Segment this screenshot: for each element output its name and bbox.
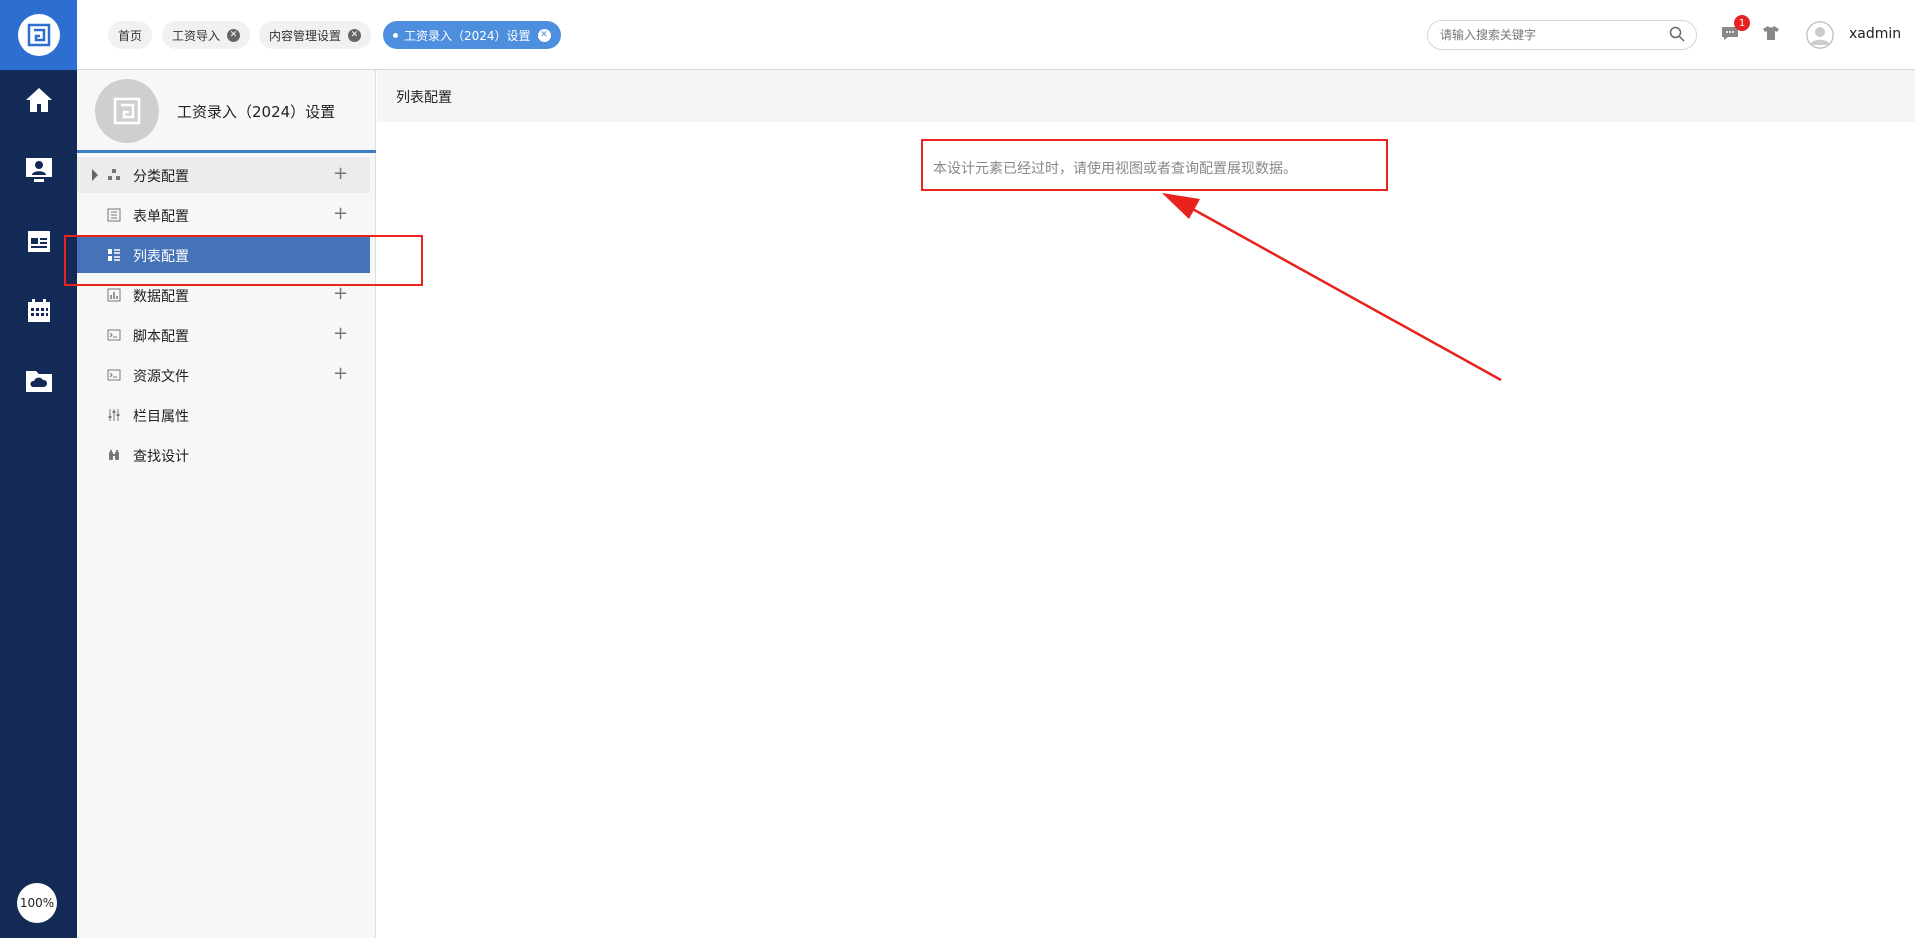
sliders-icon [108, 409, 120, 421]
skin-icon[interactable] [1763, 26, 1779, 40]
sidebar-item-form-config[interactable]: 表单配置 + [77, 197, 370, 233]
add-icon[interactable]: + [333, 203, 348, 224]
main-header: 列表配置 [377, 70, 1915, 122]
search-icon[interactable] [1669, 26, 1685, 42]
tab-label: 内容管理设置 [269, 28, 342, 43]
active-dot [393, 32, 398, 38]
sidebar-item-label: 列表配置 [133, 249, 189, 265]
sidebar-item-label: 表单配置 [133, 209, 189, 225]
page-title: 列表配置 [396, 90, 452, 106]
close-icon[interactable]: ✕ [537, 28, 551, 42]
sidebar-item-data-config[interactable]: 数据配置 + [77, 277, 370, 313]
sidebar-item-label: 栏目属性 [133, 409, 189, 425]
sidebar-item-list-config[interactable]: 列表配置 [77, 237, 370, 273]
logo-icon [17, 14, 60, 56]
calendar-icon [27, 299, 50, 322]
close-icon[interactable]: ✕ [348, 28, 362, 42]
form-icon [107, 208, 121, 222]
rail-user-desktop[interactable] [0, 144, 77, 196]
user-desktop-icon [25, 158, 52, 182]
sidebar-item-column-properties[interactable]: 栏目属性 [77, 397, 370, 433]
close-icon[interactable]: ✕ [227, 28, 241, 42]
chart-icon [107, 288, 121, 302]
app-logo[interactable] [0, 0, 77, 70]
add-icon[interactable]: + [333, 163, 348, 184]
terminal-icon [107, 329, 121, 341]
sidebar-item-category-config[interactable]: 分类配置 + [77, 157, 370, 193]
sidebar-item-label: 分类配置 [133, 169, 189, 185]
sidebar-item-label: 脚本配置 [133, 329, 189, 345]
zoom-level[interactable]: 100% [17, 883, 57, 923]
avatar[interactable] [1806, 21, 1834, 49]
left-rail: 100% [0, 0, 77, 938]
expand-arrow-icon[interactable] [92, 169, 98, 181]
sidebar-item-find-design[interactable]: 查找设计 [77, 437, 370, 473]
category-icon [108, 169, 120, 180]
tab-label: 工资录入（2024）设置 [404, 28, 531, 43]
cloud-folder-icon [25, 371, 52, 392]
sidebar-item-label: 数据配置 [133, 289, 189, 305]
sidebar-title: 工资录入（2024）设置 [177, 103, 336, 121]
top-bar: 首页 工资导入 ✕ 内容管理设置 ✕ 工资录入（2024）设置 ✕ xadmin [77, 0, 1915, 70]
main-content: 列表配置 本设计元素已经过时，请使用视图或者查询配置展现数据。 [377, 70, 1915, 938]
sidebar-item-resource-files[interactable]: 资源文件 + [77, 357, 370, 393]
binoculars-icon [109, 450, 119, 460]
news-icon [27, 231, 50, 252]
deprecation-message: 本设计元素已经过时，请使用视图或者查询配置展现数据。 [933, 161, 1297, 177]
home-icon [25, 88, 52, 112]
list-icon [108, 249, 120, 261]
rail-home[interactable] [0, 74, 77, 126]
sidebar-item-label: 资源文件 [133, 369, 189, 385]
tab-salary-entry-settings[interactable]: 工资录入（2024）设置 ✕ [383, 21, 561, 49]
tab-home[interactable]: 首页 [108, 21, 153, 49]
tab-content-management[interactable]: 内容管理设置 ✕ [259, 21, 372, 49]
search-input[interactable] [1427, 20, 1697, 50]
sidebar-header: 工资录入（2024）设置 [77, 70, 376, 153]
add-icon[interactable]: + [333, 363, 348, 384]
app-avatar-icon [95, 79, 159, 143]
rail-news[interactable] [0, 215, 77, 267]
sidebar-item-label: 查找设计 [133, 449, 189, 465]
add-icon[interactable]: + [333, 283, 348, 304]
notification-badge: 1 [1734, 15, 1750, 31]
rail-cloud-folder[interactable] [0, 355, 77, 407]
tab-label: 首页 [118, 28, 143, 43]
sidebar: 工资录入（2024）设置 分类配置 + 表单配置 + 列表配置 数据配置 + 脚… [77, 70, 376, 938]
rail-calendar[interactable] [0, 285, 77, 337]
tab-salary-import[interactable]: 工资导入 ✕ [162, 21, 251, 49]
sidebar-item-script-config[interactable]: 脚本配置 + [77, 317, 370, 353]
tab-label: 工资导入 [172, 28, 221, 43]
terminal-icon [107, 369, 121, 381]
username[interactable]: xadmin [1849, 26, 1901, 42]
add-icon[interactable]: + [333, 323, 348, 344]
